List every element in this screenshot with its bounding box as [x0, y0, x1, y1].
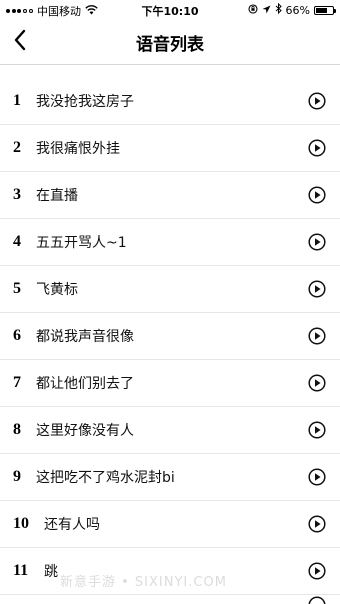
play-circle-icon[interactable] — [308, 139, 326, 157]
list-item[interactable]: 8 这里好像没有人 — [0, 407, 340, 454]
play-circle-icon — [308, 596, 326, 604]
play-circle-icon[interactable] — [308, 186, 326, 204]
item-label: 这里好像没有人 — [36, 423, 134, 439]
item-number: 10 — [13, 515, 29, 532]
item-label: 这把吃不了鸡水泥封bi — [36, 470, 175, 486]
battery-level — [316, 7, 327, 13]
item-label: 我没抢我这房子 — [36, 94, 134, 110]
battery-icon — [314, 5, 336, 15]
item-number: 11 — [13, 562, 29, 579]
play-circle-icon[interactable] — [308, 92, 326, 110]
play-circle-icon[interactable] — [308, 421, 326, 439]
location-icon — [262, 4, 271, 17]
item-label: 在直播 — [36, 188, 78, 204]
nav-bar: 语音列表 — [0, 20, 340, 65]
list-item[interactable]: 3 在直播 — [0, 172, 340, 219]
item-number: 3 — [13, 186, 21, 203]
list-item[interactable]: 2 我很痛恨外挂 — [0, 125, 340, 172]
item-label: 我很痛恨外挂 — [36, 141, 120, 157]
battery-percent: 66% — [285, 3, 310, 17]
item-label: 飞黄标 — [36, 282, 78, 298]
item-number: 9 — [13, 468, 21, 485]
item-number: 2 — [13, 139, 21, 156]
list-item[interactable]: 6 都说我声音很像 — [0, 313, 340, 360]
item-number: 8 — [13, 421, 21, 438]
item-label: 都说我声音很像 — [36, 329, 134, 345]
list-item[interactable]: 10 还有人吗 — [0, 501, 340, 548]
play-circle-icon[interactable] — [308, 327, 326, 345]
list-item[interactable]: 7 都让他们别去了 — [0, 360, 340, 407]
item-label: 五五开骂人~1 — [36, 235, 127, 251]
item-label: 都让他们别去了 — [36, 376, 134, 392]
play-circle-icon[interactable] — [308, 468, 326, 486]
list-item[interactable]: 9 这把吃不了鸡水泥封bi — [0, 454, 340, 501]
orientation-lock-icon — [247, 3, 258, 17]
page-title: 语音列表 — [136, 35, 204, 55]
item-number: 1 — [13, 92, 21, 109]
list-item[interactable]: 4 五五开骂人~1 — [0, 219, 340, 266]
status-right: 66% — [247, 2, 336, 17]
list-item[interactable]: 5 飞黄标 — [0, 266, 340, 313]
play-circle-icon[interactable] — [308, 515, 326, 533]
list-item[interactable]: 1 我没抢我这房子 — [0, 78, 340, 125]
list-item-partial — [0, 588, 340, 604]
play-circle-icon[interactable] — [308, 280, 326, 298]
bluetooth-icon — [275, 2, 282, 17]
item-number: 4 — [13, 233, 21, 250]
play-circle-icon[interactable] — [308, 374, 326, 392]
play-circle-icon[interactable] — [308, 562, 326, 580]
item-number: 6 — [13, 327, 21, 344]
item-label: 跳 — [44, 564, 58, 580]
item-label: 还有人吗 — [44, 517, 100, 533]
item-number: 5 — [13, 280, 21, 297]
item-number: 7 — [13, 374, 21, 391]
status-bar: 中国移动 下午10:10 66% — [0, 0, 340, 20]
voice-list: 1 我没抢我这房子 2 我很痛恨外挂 3 在直播 4 五五开骂人~1 5 飞黄标 6 都说我声音很像 7… — [0, 78, 340, 595]
play-circle-icon[interactable] — [308, 233, 326, 251]
screen: 中国移动 下午10:10 66% 语音列表 1 我没抢我这房子 2 我很痛恨外挂… — [0, 0, 340, 604]
